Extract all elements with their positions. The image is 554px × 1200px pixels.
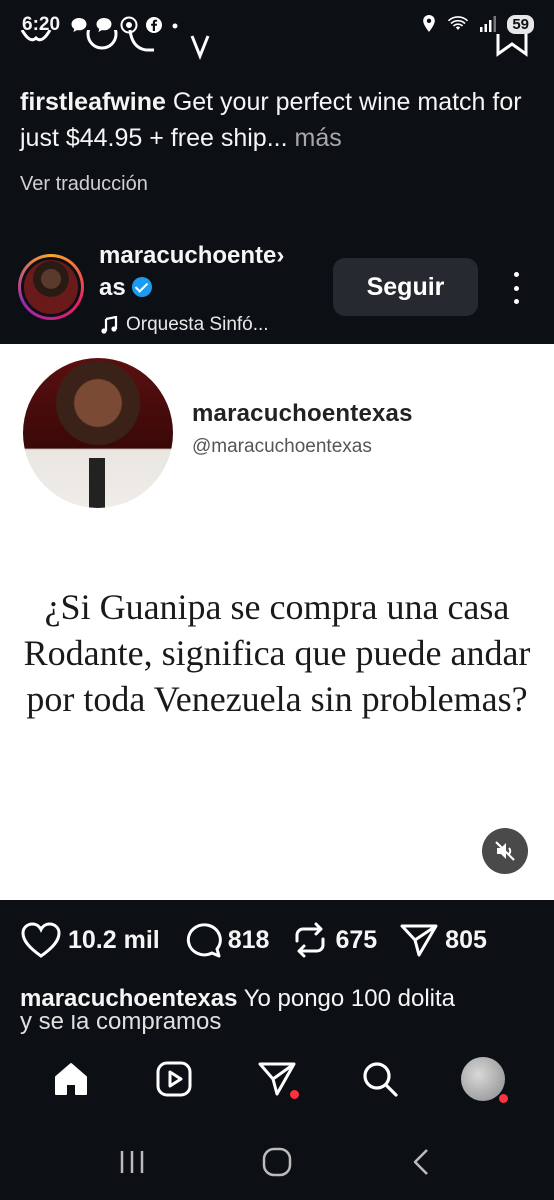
- home-button-icon[interactable]: [261, 1146, 293, 1178]
- bookmark-icon: [496, 34, 528, 57]
- follow-button[interactable]: Seguir: [333, 258, 478, 316]
- share-button[interactable]: 805: [399, 921, 487, 959]
- music-title: Orquesta Sinfó...: [126, 314, 269, 335]
- music-info[interactable]: Orquesta Sinfó...: [100, 314, 269, 336]
- repost-count: 675: [335, 925, 378, 954]
- like-count: 10.2 mil: [68, 925, 160, 954]
- notification-dot: [498, 1094, 508, 1103]
- bottom-nav: [0, 1034, 554, 1124]
- previous-post-caption[interactable]: firstleafwine Get your perfect wine matc…: [20, 84, 540, 156]
- comment-text: Yo pongo 100 dolita: [237, 985, 455, 1012]
- translate-link[interactable]: Ver traducción: [20, 173, 148, 196]
- comment-username[interactable]: maracuchoentexas: [20, 985, 237, 1012]
- notification-dot: [289, 1090, 299, 1099]
- username-line-2: as: [99, 274, 126, 301]
- back-icon[interactable]: [407, 1147, 437, 1177]
- username-line-1: maracuchoente›: [99, 242, 285, 269]
- heart-icon: [21, 922, 61, 958]
- nav-profile[interactable]: [458, 1054, 508, 1104]
- repost-icon: [295, 922, 325, 958]
- comment-icon: [86, 30, 118, 50]
- recent-apps-icon[interactable]: [117, 1147, 147, 1177]
- avatar: [460, 1057, 505, 1101]
- caption-ellipsis: ...: [266, 124, 288, 152]
- reels-icon: [156, 1061, 192, 1097]
- post-actions: 10.2 mil 818 675 805: [20, 914, 487, 966]
- music-note-icon: [101, 316, 118, 334]
- share-icon: [190, 35, 210, 61]
- repost-button[interactable]: 675: [291, 921, 377, 959]
- more-options-icon[interactable]: [506, 272, 526, 304]
- more-link[interactable]: más: [288, 124, 341, 152]
- comment-count: 818: [227, 925, 270, 954]
- speaker-muted-icon: [495, 841, 515, 861]
- mute-button[interactable]: [482, 828, 528, 874]
- comment-icon: [186, 923, 222, 958]
- nav-reels[interactable]: [149, 1054, 199, 1104]
- like-button[interactable]: 10.2 mil: [20, 921, 160, 959]
- comment-continuation: y se la compramos: [20, 1015, 222, 1035]
- verified-badge-icon: [131, 277, 152, 297]
- previous-post-actions: [20, 30, 528, 61]
- nav-search[interactable]: [355, 1054, 405, 1104]
- system-nav: [0, 1124, 554, 1200]
- send-icon: [400, 924, 438, 957]
- story-ring-avatar[interactable]: [18, 254, 84, 320]
- heart-icon: [20, 30, 52, 42]
- caption-username[interactable]: firstleafwine: [20, 88, 166, 116]
- tweet-avatar: [23, 358, 173, 508]
- nav-home[interactable]: [46, 1054, 96, 1104]
- post-header: maracuchoente› as Orquesta Sinfó... Segu…: [0, 236, 554, 344]
- home-icon: [55, 1063, 88, 1095]
- tweet-text: ¿Si Guanipa se compra una casa Rodante, …: [23, 587, 531, 719]
- comment-button[interactable]: 818: [182, 921, 270, 959]
- post-username[interactable]: maracuchoente› as: [99, 240, 329, 304]
- avatar: [24, 260, 78, 314]
- top-comment[interactable]: maracuchoentexas Yo pongo 100 dolita: [20, 982, 550, 1016]
- tweet-display-name: maracuchoentexas: [192, 400, 413, 427]
- repost-icon: [128, 30, 154, 52]
- post-media[interactable]: maracuchoentexas @maracuchoentexas ¿Si G…: [0, 344, 554, 900]
- tweet-handle: @maracuchoentexas: [192, 436, 372, 457]
- nav-direct[interactable]: [252, 1054, 302, 1104]
- search-icon: [363, 1062, 398, 1097]
- share-count: 805: [445, 925, 487, 954]
